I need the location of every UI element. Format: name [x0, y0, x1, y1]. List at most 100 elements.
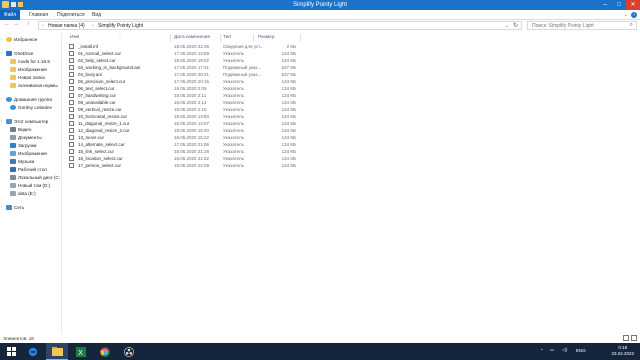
file-row[interactable]: 09_vertical_resize.cur 18.05.2020 2:15 Ука…	[66, 106, 300, 113]
file-row[interactable]: 17_person_select.cur 18.05.2020 22:29 Указ…	[66, 162, 300, 169]
volume-tray-icon[interactable]: ◁)	[562, 347, 567, 360]
sidebar-item[interactable]: Музыка	[0, 158, 62, 166]
sidebar-item[interactable]: Рабочий стол	[0, 166, 62, 174]
column-separator[interactable]	[253, 34, 254, 42]
file-row[interactable]: 04_busy.ani 17.05.2020 20:21 Подвижный ука…	[66, 71, 300, 78]
sidebar-item[interactable]: Новый том (D:)	[0, 182, 62, 190]
address-dropdown-icon[interactable]: ⌄	[505, 23, 509, 29]
expand-chevron-icon[interactable]: ›	[1, 118, 2, 123]
documents-folder-icon	[10, 135, 16, 140]
file-date: 18.05.2020 2:15	[174, 107, 207, 112]
file-row[interactable]: 13_move.cur 18.05.2020 15:22 Указатель 134 …	[66, 134, 300, 141]
forward-arrow-icon[interactable]: →	[13, 21, 19, 27]
file-row[interactable]: 07_handwriting.cur 18.05.2020 2:11 Указате…	[66, 92, 300, 99]
sidebar-item[interactable]: Видео	[0, 126, 62, 134]
search-input[interactable]: Поиск: Simplify Pointy Light	[532, 23, 594, 29]
file-size: 134 КБ	[281, 51, 296, 56]
drive-icon	[10, 175, 16, 180]
sidebar-item[interactable]: Загрузки	[0, 142, 62, 150]
sidebar-item[interactable]: скачивалка нормы	[0, 82, 62, 90]
breadcrumb-item-current[interactable]: Simplify Pointy Light	[98, 23, 143, 29]
tab-file[interactable]: Файл	[0, 10, 20, 20]
sidebar-item-label: Музыка	[18, 159, 35, 164]
back-arrow-icon[interactable]: ←	[4, 21, 10, 27]
file-row[interactable]: 15_link_select.cur 18.05.2020 21:28 Указат…	[66, 148, 300, 155]
clock[interactable]: 0:18 23.04.2022	[611, 345, 634, 357]
search-box[interactable]: Поиск: Simplify Pointy Light ⌕	[527, 21, 637, 30]
sidebar-item-label: Загрузки	[18, 143, 37, 148]
tab-view[interactable]: Вид	[92, 12, 101, 18]
file-row[interactable]: 10_horizontal_resize.cur 18.05.2020 13:50…	[66, 113, 300, 120]
file-row[interactable]: 01_normal_select.cur 17.05.2020 13:59 Указ…	[66, 50, 300, 57]
column-header-date[interactable]: Дата изменения	[174, 35, 210, 40]
taskbar-excel[interactable]: X	[70, 343, 92, 360]
minimize-button[interactable]: ─	[598, 0, 612, 10]
expand-chevron-icon[interactable]: ›	[1, 36, 2, 41]
column-separator[interactable]	[170, 34, 171, 42]
file-row[interactable]: 14_alternate_select.cur 17.05.2020 21:06 У…	[66, 141, 300, 148]
sidebar-item[interactable]: › OneDrive	[0, 50, 62, 58]
file-row[interactable]: 08_unavailable.cur 18.05.2020 2:14 Указате…	[66, 99, 300, 106]
sidebar-item[interactable]: Gordey Lebedev	[0, 104, 62, 112]
sidebar-item-label: mods for 1.16.5	[18, 59, 50, 64]
expand-chevron-icon[interactable]: ›	[1, 204, 2, 209]
sidebar-item[interactable]: mods for 1.16.5	[0, 58, 62, 66]
file-row[interactable]: 16_location_select.cur 18.05.2020 21:52 Ук…	[66, 155, 300, 162]
sidebar-item[interactable]: Локальный диск (C:	[0, 174, 62, 182]
file-row[interactable]: 06_text_select.cur 18.05.2020 2:09 Указате…	[66, 85, 300, 92]
network-tray-icon[interactable]: ▭	[550, 347, 554, 360]
language-indicator[interactable]: ENG	[576, 348, 586, 360]
maximize-button[interactable]: □	[612, 0, 626, 10]
tab-home[interactable]: Главная	[29, 12, 48, 18]
expand-chevron-icon[interactable]: ›	[1, 50, 2, 55]
sidebar-item[interactable]: Документы	[0, 134, 62, 142]
details-view-icon[interactable]	[623, 335, 629, 341]
sidebar-item-label: Домашняя группа	[14, 97, 52, 102]
sidebar-item[interactable]: Новая папка	[0, 74, 62, 82]
column-header-size[interactable]: Размер	[258, 35, 275, 40]
start-button[interactable]	[0, 343, 22, 360]
sidebar-item[interactable]: › Этот компьютер	[0, 118, 62, 126]
cursor-file-icon	[69, 58, 74, 63]
taskbar-edge[interactable]	[22, 343, 44, 360]
file-row[interactable]: _install.inf 18.05.2020 22:36 Сведения для…	[66, 43, 300, 50]
cursor-file-icon	[69, 163, 74, 168]
search-icon[interactable]: ⌕	[630, 22, 633, 29]
sidebar-item[interactable]: › Сеть	[0, 204, 62, 212]
breadcrumb-item-parent[interactable]: Новая папка (4)	[48, 23, 85, 29]
large-icons-view-icon[interactable]	[631, 335, 637, 341]
expand-chevron-icon[interactable]: ›	[1, 96, 2, 101]
column-separator[interactable]	[300, 34, 301, 42]
file-row[interactable]: 02_help_select.cur 18.05.2020 19:02 Указат…	[66, 57, 300, 64]
downloads-folder-icon	[10, 143, 16, 148]
taskbar-obs[interactable]	[118, 343, 140, 360]
sidebar-item[interactable]: › Избранное	[0, 36, 62, 44]
taskbar-chrome[interactable]	[94, 343, 116, 360]
tab-share[interactable]: Поделиться	[57, 12, 85, 18]
sidebar-item[interactable]: Изображения	[0, 150, 62, 158]
close-button[interactable]: ✕	[626, 0, 640, 10]
file-type: Указатель	[223, 135, 244, 140]
column-header-name[interactable]: Имя	[70, 35, 79, 40]
file-row[interactable]: 12_diagonal_resize_2.cur 18.05.2020 15:20…	[66, 127, 300, 134]
help-icon[interactable]: ?	[631, 12, 637, 18]
sidebar-item[interactable]: data (E:)	[0, 190, 62, 198]
file-name: 02_help_select.cur	[78, 58, 116, 63]
sidebar-item[interactable]: Изображения	[0, 66, 62, 74]
refresh-icon[interactable]: ↻	[513, 22, 518, 29]
explorer-icon	[51, 346, 63, 356]
tray-overflow-icon[interactable]: ⌃	[540, 348, 544, 360]
file-date: 18.05.2020 21:28	[174, 149, 210, 154]
expand-ribbon-icon[interactable]: ⌄	[624, 12, 628, 18]
sidebar-item[interactable]: › Домашняя группа	[0, 96, 62, 104]
column-header-type[interactable]: Тип	[223, 35, 231, 40]
up-arrow-icon[interactable]: ↑	[27, 21, 30, 27]
address-bar[interactable]: › Новая папка (4) › Simplify Pointy Ligh…	[38, 21, 522, 30]
file-row[interactable]: 03_working_in_background.ani 17.05.2020 1…	[66, 64, 300, 71]
file-size: 134 КБ	[281, 121, 296, 126]
taskbar-explorer[interactable]	[46, 343, 68, 360]
file-type: Указатель	[223, 142, 244, 147]
column-separator[interactable]	[220, 34, 221, 42]
file-row[interactable]: 11_diagonal_resize_1.cur 18.05.2020 14:07…	[66, 120, 300, 127]
file-row[interactable]: 05_precision_select.cur 17.05.2020 20:15 У…	[66, 78, 300, 85]
